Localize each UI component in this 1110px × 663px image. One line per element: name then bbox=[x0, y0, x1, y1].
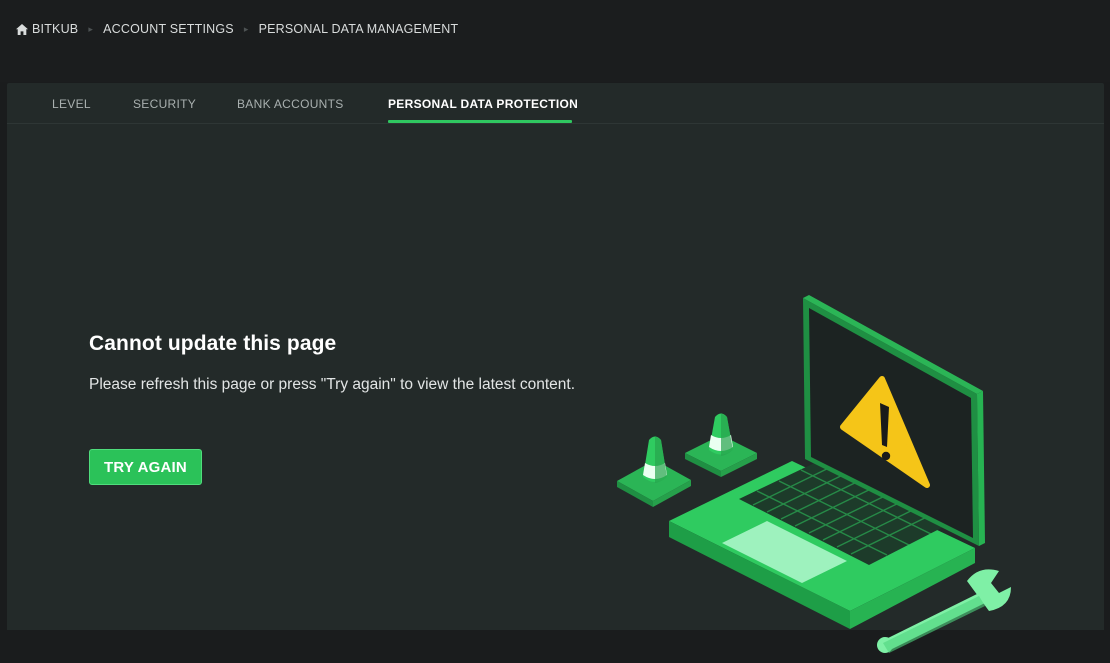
breadcrumb-label: BITKUB bbox=[32, 22, 79, 36]
tab-security[interactable]: SECURITY bbox=[133, 97, 196, 111]
error-message: Please refresh this page or press "Try a… bbox=[89, 376, 576, 393]
active-tab-indicator bbox=[388, 120, 572, 123]
breadcrumb-item-personal-data-management[interactable]: PERSONAL DATA MANAGEMENT bbox=[259, 22, 459, 36]
breadcrumb: BITKUB ▸ ACCOUNT SETTINGS ▸ PERSONAL DAT… bbox=[16, 22, 458, 36]
breadcrumb-separator: ▸ bbox=[243, 23, 249, 34]
tab-personal-data-protection[interactable]: PERSONAL DATA PROTECTION bbox=[388, 97, 578, 111]
breadcrumb-label: ACCOUNT SETTINGS bbox=[103, 22, 234, 36]
breadcrumb-item-home[interactable]: BITKUB bbox=[16, 22, 78, 36]
tab-bank-accounts[interactable]: BANK ACCOUNTS bbox=[237, 97, 344, 111]
content-panel: LEVEL SECURITY BANK ACCOUNTS PERSONAL DA… bbox=[7, 83, 1104, 653]
try-again-button[interactable]: TRY AGAIN bbox=[89, 449, 202, 485]
breadcrumb-label: PERSONAL DATA MANAGEMENT bbox=[258, 22, 459, 36]
maintenance-illustration bbox=[617, 295, 1011, 653]
traffic-cone-icon bbox=[685, 413, 757, 477]
tab-level[interactable]: LEVEL bbox=[52, 97, 91, 111]
breadcrumb-item-account-settings[interactable]: ACCOUNT SETTINGS bbox=[103, 22, 234, 36]
traffic-cone-icon bbox=[617, 436, 691, 507]
top-bar: BITKUB ▸ ACCOUNT SETTINGS ▸ PERSONAL DAT… bbox=[0, 0, 1110, 82]
breadcrumb-separator: ▸ bbox=[88, 23, 94, 34]
home-icon bbox=[16, 23, 28, 35]
tab-bar: LEVEL SECURITY BANK ACCOUNTS PERSONAL DA… bbox=[7, 83, 1104, 124]
error-title: Cannot update this page bbox=[89, 332, 337, 355]
